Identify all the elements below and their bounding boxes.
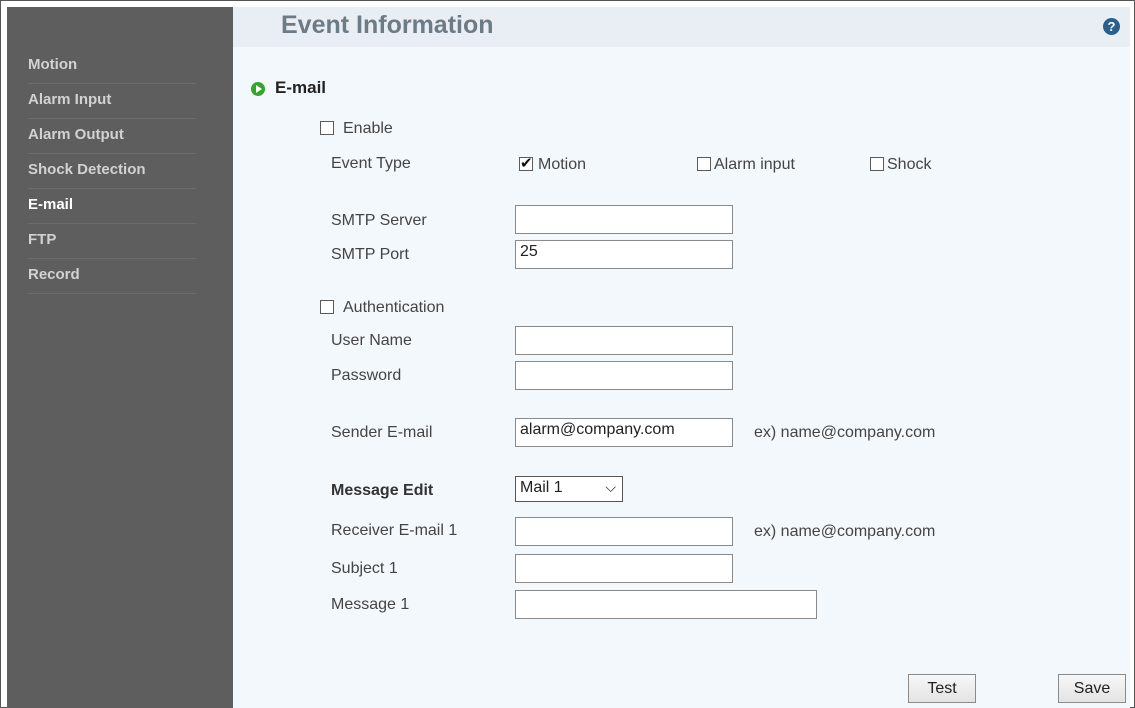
sidebar-item-record[interactable]: Record: [28, 259, 196, 294]
sidebar-item-alarm-output[interactable]: Alarm Output: [28, 119, 196, 154]
message-input[interactable]: [515, 590, 817, 619]
sidebar-item-shock-detection[interactable]: Shock Detection: [28, 154, 196, 189]
sender-email-label: Sender E-mail: [331, 424, 433, 441]
question-mark-icon[interactable]: ?: [1103, 18, 1120, 35]
password-input[interactable]: [515, 361, 733, 390]
shock-label: Shock: [887, 156, 932, 173]
sidebar-item-alarm-input[interactable]: Alarm Input: [28, 84, 196, 119]
shock-checkbox[interactable]: [870, 157, 884, 171]
sidebar: Motion Alarm Input Alarm Output Shock De…: [7, 7, 233, 708]
page-header: Event Information ?: [233, 7, 1130, 47]
smtp-port-input[interactable]: 25: [515, 240, 733, 269]
test-button[interactable]: Test: [908, 674, 976, 703]
alarm-input-checkbox[interactable]: [697, 157, 711, 171]
sidebar-item-motion[interactable]: Motion: [28, 49, 196, 84]
section-title: E-mail: [275, 78, 327, 97]
enable-label: Enable: [343, 120, 393, 137]
chevron-down-icon: ⌵: [605, 479, 616, 495]
green-arrow-icon: [251, 82, 265, 96]
sidebar-item-email[interactable]: E-mail: [28, 189, 196, 224]
receiver-email-hint: ex) name@company.com: [754, 523, 936, 540]
smtp-port-label: SMTP Port: [331, 246, 409, 263]
enable-checkbox[interactable]: [320, 121, 334, 135]
motion-checkbox[interactable]: [519, 154, 533, 172]
receiver-email-label: Receiver E-mail 1: [331, 522, 458, 539]
receiver-email-input[interactable]: [515, 517, 733, 546]
motion-label: Motion: [538, 156, 587, 173]
app-frame: Motion Alarm Input Alarm Output Shock De…: [0, 0, 1135, 708]
save-button[interactable]: Save: [1058, 674, 1126, 703]
sender-email-hint: ex) name@company.com: [754, 424, 936, 441]
message-edit-label: Message Edit: [331, 482, 434, 499]
event-type-label: Event Type: [331, 155, 411, 172]
message-edit-select[interactable]: Mail 1 ⌵: [515, 476, 623, 502]
user-name-input[interactable]: [515, 326, 733, 355]
message-label: Message 1: [331, 596, 410, 613]
password-label: Password: [331, 367, 402, 384]
smtp-server-input[interactable]: [515, 205, 733, 234]
email-settings-panel: E-mail Enable Event Type Motion Alarm in…: [233, 47, 1130, 708]
sender-email-input[interactable]: alarm@company.com: [515, 418, 733, 447]
authentication-label: Authentication: [343, 299, 445, 316]
alarm-input-label: Alarm input: [714, 156, 795, 173]
subject-input[interactable]: [515, 554, 733, 583]
sidebar-item-ftp[interactable]: FTP: [28, 224, 196, 259]
page-title: Event Information: [281, 11, 494, 39]
smtp-server-label: SMTP Server: [331, 212, 427, 229]
authentication-checkbox[interactable]: [320, 300, 334, 314]
subject-label: Subject 1: [331, 560, 398, 577]
message-edit-value: Mail 1: [520, 479, 563, 496]
user-name-label: User Name: [331, 332, 412, 349]
